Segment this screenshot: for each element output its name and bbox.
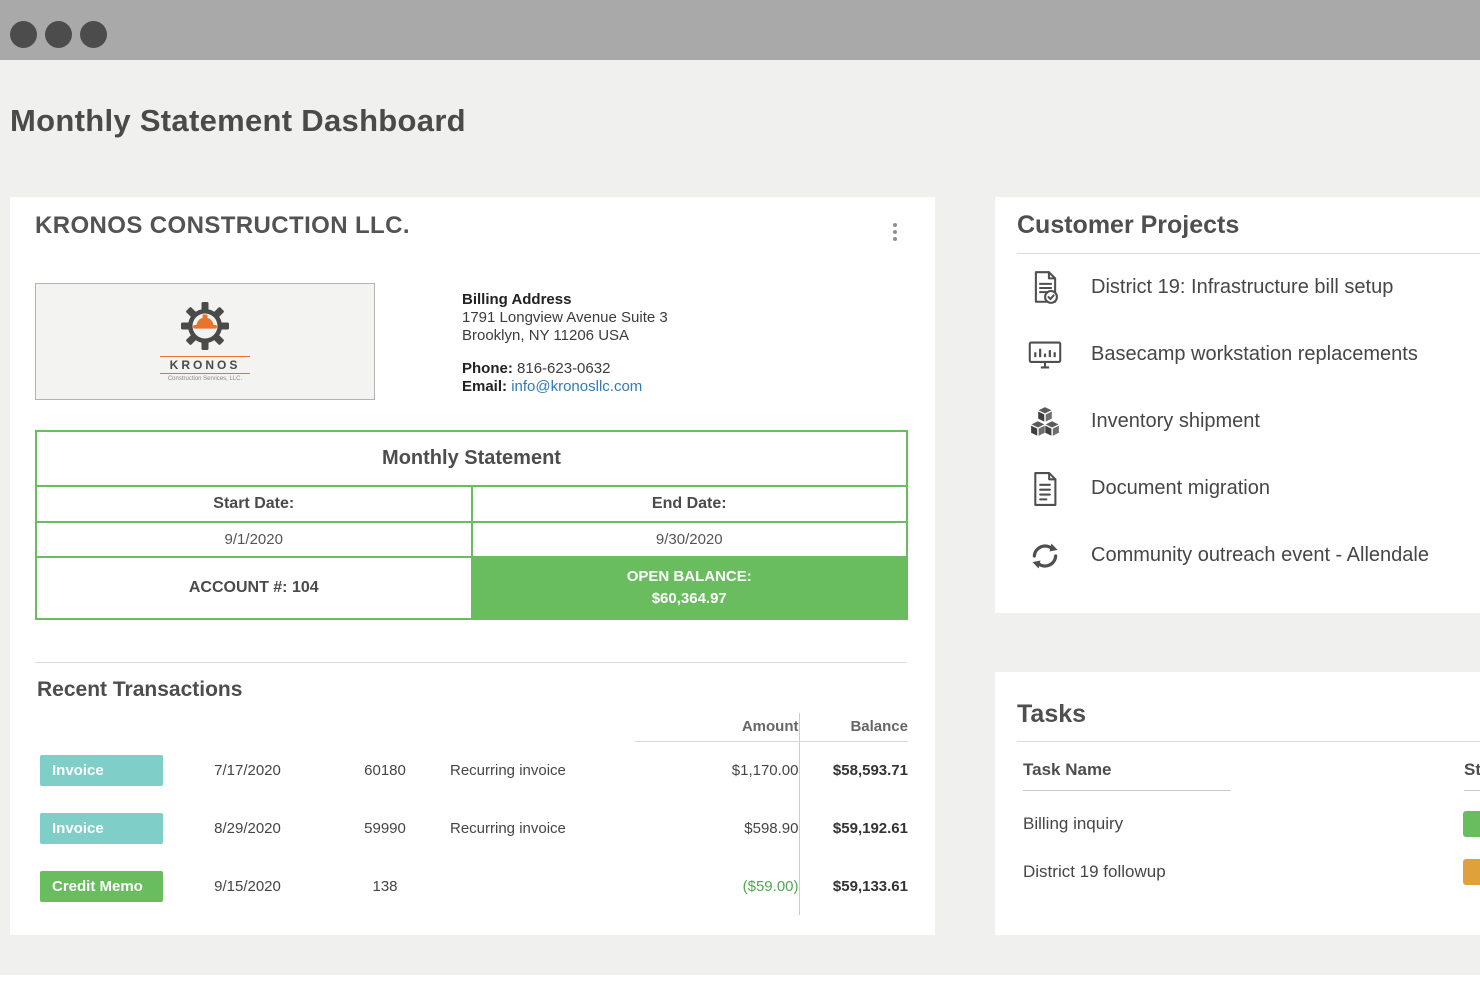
gear-hardhat-logo-icon <box>176 301 234 353</box>
open-balance-label: OPEN BALANCE: <box>473 566 907 588</box>
transaction-amount: $598.90 <box>635 799 799 857</box>
project-list-item[interactable]: District 19: Infrastructure bill setup <box>1017 254 1480 321</box>
billing-phone-line: Phone: 816-623-0632 <box>462 360 668 378</box>
transactions-heading: Recent Transactions <box>37 678 242 702</box>
projects-list: District 19: Infrastructure bill setup B… <box>1017 254 1480 589</box>
desktop-screen: Monthly Statement Dashboard KRONOS CONST… <box>0 0 1480 987</box>
transaction-balance: $59,192.61 <box>799 799 908 857</box>
company-name: KRONOS CONSTRUCTION LLC. <box>35 212 410 240</box>
window-dot-icon[interactable] <box>80 21 107 48</box>
transactions-header-row: Amount Balance <box>35 713 908 741</box>
transaction-date: 9/15/2020 <box>175 857 320 915</box>
project-label: District 19: Infrastructure bill setup <box>1091 276 1393 299</box>
task-name: District 19 followup <box>1023 862 1166 881</box>
project-label: Inventory shipment <box>1091 410 1260 433</box>
project-label: Basecamp workstation replacements <box>1091 343 1418 366</box>
workstation-icon <box>1025 338 1065 372</box>
status-column-header: St <box>1464 760 1480 791</box>
tasks-card: Tasks Task Name St Billing inquiry Distr… <box>995 672 1480 935</box>
phone-value: 816-623-0632 <box>517 360 610 377</box>
project-list-item[interactable]: Community outreach event - Allendale <box>1017 522 1480 589</box>
email-label: Email: <box>462 378 507 395</box>
sync-icon <box>1025 540 1065 572</box>
phone-label: Phone: <box>462 360 513 377</box>
transaction-description: Recurring invoice <box>450 741 635 799</box>
monthly-statement-table: Monthly Statement Start Date: End Date: … <box>35 430 908 620</box>
customer-projects-card: Customer Projects District 19: Infrastru… <box>995 197 1480 613</box>
transaction-number: 59990 <box>320 799 450 857</box>
kebab-menu-icon[interactable] <box>891 221 899 243</box>
amount-column-header: Amount <box>635 713 799 741</box>
window-dot-icon[interactable] <box>10 21 37 48</box>
billing-address-line: 1791 Longview Avenue Suite 3 <box>462 309 668 327</box>
projects-card-title: Customer Projects <box>1017 211 1239 240</box>
email-link[interactable]: info@kronosllc.com <box>511 378 642 395</box>
document-check-icon <box>1025 270 1065 306</box>
company-logo: KRONOS Construction Services, LLC. <box>35 283 375 400</box>
end-date-value: 9/30/2020 <box>472 522 908 557</box>
transaction-balance: $58,593.71 <box>799 741 908 799</box>
status-pill <box>1463 859 1480 885</box>
transactions-table: Amount Balance Invoice 7/17/2020 60180 R… <box>35 713 908 915</box>
transaction-row[interactable]: Invoice 8/29/2020 59990 Recurring invoic… <box>35 799 908 857</box>
document-icon <box>1025 471 1065 507</box>
logo-text: KRONOS <box>160 356 251 374</box>
start-date-label: Start Date: <box>36 486 472 522</box>
task-row[interactable]: Billing inquiry <box>1023 814 1123 834</box>
project-list-item[interactable]: Basecamp workstation replacements <box>1017 321 1480 388</box>
task-name-column-header: Task Name <box>1023 760 1231 791</box>
project-label: Community outreach event - Allendale <box>1091 544 1429 567</box>
billing-address-heading: Billing Address <box>462 291 668 309</box>
inventory-boxes-icon <box>1025 405 1065 439</box>
page-title: Monthly Statement Dashboard <box>10 103 466 139</box>
divider <box>1017 741 1480 742</box>
transaction-type-badge: Invoice <box>40 755 163 786</box>
transaction-amount: $1,170.00 <box>635 741 799 799</box>
transaction-row[interactable]: Invoice 7/17/2020 60180 Recurring invoic… <box>35 741 908 799</box>
open-balance-value: $60,364.97 <box>473 588 907 610</box>
logo-subtext: Construction Services, LLC. <box>168 376 242 382</box>
tasks-card-title: Tasks <box>1017 700 1086 729</box>
transaction-balance: $59,133.61 <box>799 857 908 915</box>
statement-card: KRONOS CONSTRUCTION LLC. <box>10 197 935 935</box>
transaction-number: 60180 <box>320 741 450 799</box>
transaction-row[interactable]: Credit Memo 9/15/2020 138 ($59.00) $59,1… <box>35 857 908 915</box>
statement-title: Monthly Statement <box>36 431 907 486</box>
transaction-type-badge: Invoice <box>40 813 163 844</box>
start-date-value: 9/1/2020 <box>36 522 472 557</box>
billing-email-line: Email: info@kronosllc.com <box>462 378 668 396</box>
transaction-date: 8/29/2020 <box>175 799 320 857</box>
window-titlebar <box>0 0 1480 60</box>
project-list-item[interactable]: Document migration <box>1017 455 1480 522</box>
window-dot-icon[interactable] <box>45 21 72 48</box>
end-date-label: End Date: <box>472 486 908 522</box>
open-balance-cell: OPEN BALANCE: $60,364.97 <box>472 557 908 619</box>
project-label: Document migration <box>1091 477 1270 500</box>
transaction-description <box>450 857 635 915</box>
transaction-date: 7/17/2020 <box>175 741 320 799</box>
transaction-description: Recurring invoice <box>450 799 635 857</box>
divider <box>35 662 907 663</box>
bottom-strip <box>0 975 1480 987</box>
account-number: ACCOUNT #: 104 <box>36 557 472 619</box>
transaction-type-badge: Credit Memo <box>40 871 163 902</box>
status-pill <box>1463 811 1480 837</box>
task-row[interactable]: District 19 followup <box>1023 862 1166 882</box>
task-name: Billing inquiry <box>1023 814 1123 833</box>
billing-address-line: Brooklyn, NY 11206 USA <box>462 327 668 345</box>
project-list-item[interactable]: Inventory shipment <box>1017 388 1480 455</box>
billing-address-block: Billing Address 1791 Longview Avenue Sui… <box>462 291 668 396</box>
transaction-amount: ($59.00) <box>635 857 799 915</box>
balance-column-header: Balance <box>799 713 908 741</box>
transaction-number: 138 <box>320 857 450 915</box>
